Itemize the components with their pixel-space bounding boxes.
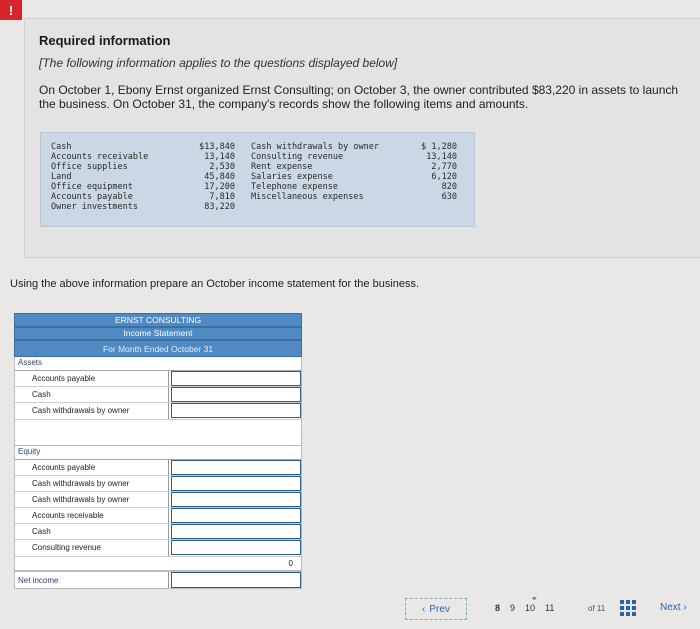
row-amount-input[interactable] bbox=[171, 492, 301, 507]
account-name: Office equipment bbox=[51, 182, 133, 192]
chevron-right-icon: › bbox=[683, 602, 687, 613]
next-label: Next bbox=[660, 602, 681, 613]
net-income-label[interactable]: Net income bbox=[15, 572, 169, 588]
account-amount: 820 bbox=[441, 182, 457, 192]
statement-row: Accounts payable bbox=[15, 371, 301, 387]
account-amount: 2,530 bbox=[209, 162, 235, 172]
account-name: Cash bbox=[51, 142, 72, 152]
account-amount: 45,840 bbox=[204, 172, 235, 182]
row-label-select[interactable]: Cash bbox=[15, 524, 169, 539]
page-link[interactable]: 10 bbox=[525, 603, 535, 613]
amounts-right-column: $ 1,280 13,140 2,770 6,120 820 630 bbox=[411, 142, 457, 202]
statement-row: Accounts payable bbox=[15, 460, 301, 476]
row-amount-input[interactable] bbox=[171, 540, 301, 555]
instruction-text: Using the above information prepare an O… bbox=[10, 278, 420, 290]
row-label-select[interactable]: Accounts payable bbox=[15, 371, 169, 386]
row-amount-input[interactable] bbox=[171, 371, 301, 386]
statement-row: Cash withdrawals by owner bbox=[15, 403, 301, 419]
account-name: Consulting revenue bbox=[251, 152, 344, 162]
statement-row: Consulting revenue bbox=[15, 540, 301, 556]
row-label-select[interactable]: Accounts payable bbox=[15, 460, 169, 475]
page-count: of 11 bbox=[588, 604, 606, 613]
statement-company-name: ERNST CONSULTING bbox=[14, 313, 302, 327]
alert-icon: ! bbox=[0, 0, 22, 20]
row-label-select[interactable]: Accounts receivable bbox=[15, 508, 169, 523]
accounts-right-column: Cash withdrawals by owner Consulting rev… bbox=[251, 142, 379, 202]
total-value: 0 bbox=[288, 559, 293, 568]
statement-title: Income Statement bbox=[14, 327, 302, 340]
row-amount-input[interactable] bbox=[171, 524, 301, 539]
chevron-left-icon: ‹ bbox=[422, 603, 426, 615]
accounts-left-column: Cash Accounts receivable Office supplies… bbox=[51, 142, 148, 212]
account-name: Owner investments bbox=[51, 202, 138, 212]
account-amount: 83,220 bbox=[204, 202, 235, 212]
statement-row: Cash withdrawals by owner bbox=[15, 492, 301, 508]
statement-period: For Month Ended October 31 bbox=[14, 340, 302, 357]
account-name: Accounts payable bbox=[51, 192, 133, 202]
account-amount: 6,120 bbox=[431, 172, 457, 182]
total-row: 0 bbox=[15, 556, 301, 570]
required-information-panel: Required information [The following info… bbox=[24, 18, 700, 258]
account-name: Accounts receivable bbox=[51, 152, 149, 162]
row-label-select[interactable]: Cash withdrawals by owner bbox=[15, 476, 169, 491]
account-name: Cash withdrawals by owner bbox=[251, 142, 379, 152]
account-name: Rent expense bbox=[251, 162, 313, 172]
account-name: Salaries expense bbox=[251, 172, 333, 182]
equity-section-title: Equity bbox=[15, 446, 301, 460]
account-amount: 17,200 bbox=[204, 182, 235, 192]
account-name: Land bbox=[51, 172, 72, 182]
account-amount: 630 bbox=[441, 192, 457, 202]
grid-icon[interactable] bbox=[618, 598, 636, 616]
amounts-left-column: $13,840 13,140 2,530 45,840 17,200 7,810… bbox=[189, 142, 235, 212]
account-amount: 13,140 bbox=[426, 152, 457, 162]
statement-row: Cash bbox=[15, 524, 301, 540]
link-icon: ⚭ bbox=[531, 594, 538, 603]
blank-row bbox=[15, 419, 301, 445]
next-button[interactable]: Next › bbox=[660, 602, 687, 613]
row-amount-input[interactable] bbox=[171, 460, 301, 475]
account-amount: 13,140 bbox=[204, 152, 235, 162]
account-name: Miscellaneous expenses bbox=[251, 192, 364, 202]
row-amount-input[interactable] bbox=[171, 403, 301, 418]
page-link[interactable]: 8 bbox=[495, 603, 500, 613]
row-label-select[interactable]: Cash withdrawals by owner bbox=[15, 492, 169, 507]
account-balances-table: Cash Accounts receivable Office supplies… bbox=[40, 132, 475, 227]
statement-row: Cash withdrawals by owner bbox=[15, 476, 301, 492]
row-label-select[interactable]: Cash withdrawals by owner bbox=[15, 403, 169, 419]
net-income-input[interactable] bbox=[171, 572, 301, 588]
prev-label: Prev bbox=[429, 603, 450, 615]
row-label-select[interactable]: Consulting revenue bbox=[15, 540, 169, 556]
equity-section: Equity Accounts payable Cash withdrawals… bbox=[14, 446, 302, 571]
page-numbers: 8 9 10 11 bbox=[495, 603, 554, 613]
row-amount-input[interactable] bbox=[171, 508, 301, 523]
assets-section: Assets Accounts payable Cash Cash withdr… bbox=[14, 357, 302, 446]
income-statement-form: ERNST CONSULTING Income Statement For Mo… bbox=[14, 313, 302, 589]
statement-row: Cash bbox=[15, 387, 301, 403]
prev-button[interactable]: ‹ Prev bbox=[405, 598, 467, 620]
account-amount: 2,770 bbox=[431, 162, 457, 172]
assets-section-title: Assets bbox=[15, 357, 301, 371]
problem-description: On October 1, Ebony Ernst organized Erns… bbox=[39, 83, 679, 111]
account-name: Telephone expense bbox=[251, 182, 338, 192]
page-link[interactable]: 11 bbox=[545, 603, 554, 613]
required-info-title: Required information bbox=[39, 33, 171, 48]
required-info-subtitle: [The following information applies to th… bbox=[39, 56, 398, 70]
account-amount: $13,840 bbox=[199, 142, 235, 152]
account-name: Office supplies bbox=[51, 162, 128, 172]
account-amount: $ 1,280 bbox=[421, 142, 457, 152]
row-label-select[interactable]: Cash bbox=[15, 387, 169, 402]
net-income-row: Net income bbox=[14, 571, 302, 589]
row-amount-input[interactable] bbox=[171, 476, 301, 491]
page-link[interactable]: 9 bbox=[510, 603, 515, 613]
statement-row: Accounts receivable bbox=[15, 508, 301, 524]
account-amount: 7,810 bbox=[209, 192, 235, 202]
row-amount-input[interactable] bbox=[171, 387, 301, 402]
